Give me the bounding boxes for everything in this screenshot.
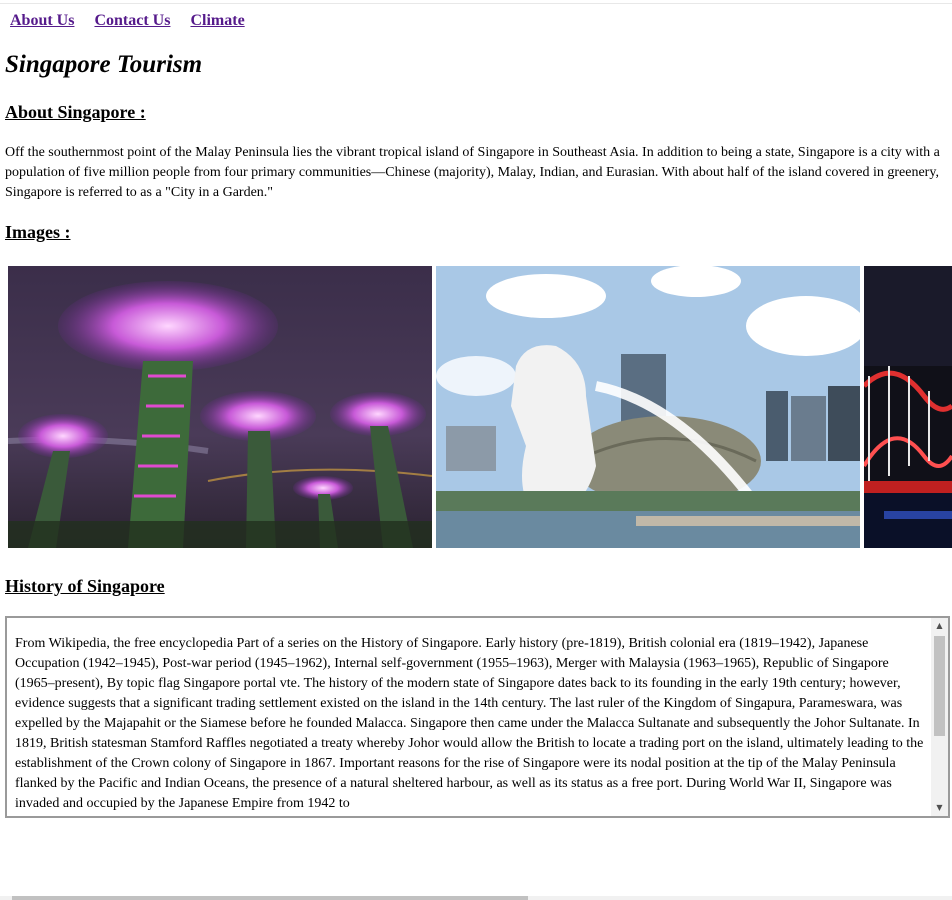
history-textarea[interactable]: From Wikipedia, the free encyclopedia Pa…: [5, 616, 950, 818]
nav-link-climate[interactable]: Climate: [190, 12, 244, 29]
nav-link-contact-us[interactable]: Contact Us: [94, 12, 170, 29]
nav-link-about-us[interactable]: About Us: [10, 12, 74, 29]
history-scrollbar[interactable]: ▲ ▼: [931, 618, 948, 816]
page-title: Singapore Tourism: [5, 51, 203, 78]
arrow-up-icon[interactable]: ▲: [931, 619, 948, 633]
history-text: From Wikipedia, the free encyclopedia Pa…: [15, 636, 924, 811]
images-heading: Images :: [5, 222, 71, 242]
about-text: Off the southernmost point of the Malay …: [5, 145, 940, 200]
scrollbar-thumb[interactable]: [934, 636, 945, 736]
top-divider: [0, 3, 952, 4]
gallery-image-merlion: [436, 266, 860, 548]
image-gallery: [8, 266, 952, 548]
page-horizontal-scrollbar[interactable]: [0, 896, 952, 900]
gallery-image-helix-bridge: [864, 266, 952, 548]
gallery-image-supertrees: [8, 266, 432, 548]
arrow-down-icon[interactable]: ▼: [931, 801, 948, 815]
horizontal-scrollbar-thumb[interactable]: [12, 896, 528, 900]
about-heading: About Singapore :: [5, 102, 146, 122]
top-nav: About Us Contact Us Climate: [10, 12, 261, 30]
history-heading: History of Singapore: [5, 576, 165, 596]
